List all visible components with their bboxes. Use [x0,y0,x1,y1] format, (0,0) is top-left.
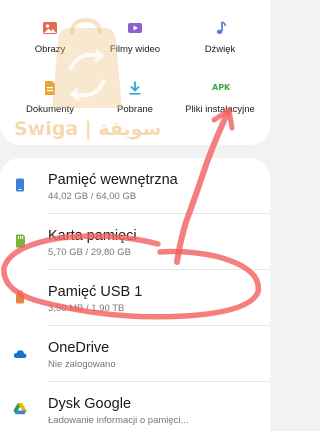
category-videos[interactable]: Filmy wideo [90,20,180,55]
storage-detail: 44,02 GB / 64,00 GB [48,191,137,202]
storage-item-usb[interactable]: Pamięć USB 1 3,50 MB / 1,90 TB [0,270,270,326]
usb-icon [16,290,24,304]
storage-panel: Pamięć wewnętrzna 44,02 GB / 64,00 GB Ka… [0,158,270,431]
category-label: Obrazy [34,44,66,55]
category-installation-files[interactable]: APK Pliki instalacyjne [175,80,265,115]
google-drive-icon [13,403,27,415]
storage-name: Karta pamięci [48,228,137,244]
storage-name: Pamięć USB 1 [48,284,143,300]
storage-detail: 3,50 MB / 1,90 TB [48,303,125,314]
document-icon [45,81,55,95]
storage-name: Pamięć wewnętrzna [48,172,178,188]
cloud-icon [13,350,27,358]
download-icon [129,81,141,95]
storage-item-onedrive[interactable]: OneDrive Nie zalogowano [0,326,270,382]
storage-detail: Ładowanie informacji o pamięci... [48,415,189,426]
storage-item-google-drive[interactable]: Dysk Google Ładowanie informacji o pamię… [0,382,270,431]
category-audio[interactable]: Dźwięk [175,20,265,55]
music-note-icon [216,21,227,34]
storage-name: Dysk Google [48,396,132,412]
category-images[interactable]: Obrazy [5,20,95,55]
video-icon [128,23,142,33]
storage-detail: 5,70 GB / 29,80 GB [48,247,131,258]
apk-icon: APK [212,83,231,92]
storage-item-internal[interactable]: Pamięć wewnętrzna 44,02 GB / 64,00 GB [0,158,270,214]
watermark-text: Swiga | سويقة [14,118,162,140]
storage-detail: Nie zalogowano [48,359,116,370]
category-label: Dźwięk [204,44,236,55]
image-icon [43,22,57,34]
storage-item-sd-card[interactable]: Karta pamięci 5,70 GB / 29,80 GB [0,214,270,270]
category-documents[interactable]: Dokumenty [5,80,95,115]
category-downloads[interactable]: Pobrane [90,80,180,115]
phone-storage-icon [16,178,24,192]
category-label: Pobrane [117,104,153,115]
category-label: Pliki instalacyjne [185,104,255,115]
storage-name: OneDrive [48,340,110,356]
category-label: Filmy wideo [109,44,161,55]
category-label: Dokumenty [25,104,75,115]
sd-card-icon [16,234,25,248]
